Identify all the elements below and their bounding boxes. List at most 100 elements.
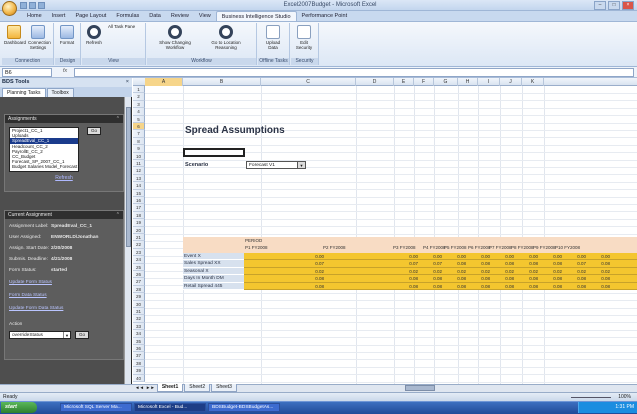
row-header[interactable]: 33 bbox=[133, 322, 145, 331]
sheet-tab-1[interactable]: Sheet1 bbox=[156, 384, 184, 392]
value-cell[interactable]: 0.00 bbox=[500, 253, 514, 260]
value-cell[interactable]: 0.08 bbox=[548, 275, 562, 282]
value-cell[interactable]: 0.08 bbox=[452, 283, 466, 290]
row-label[interactable]: Sales Spread XX bbox=[183, 260, 244, 268]
value-cell[interactable]: 0.00 bbox=[452, 253, 466, 260]
assignment-item[interactable]: Budget Salaries Model_Forecast bbox=[10, 164, 78, 169]
row-header[interactable]: 17 bbox=[133, 204, 145, 212]
value-cell[interactable]: 0.02 bbox=[548, 268, 562, 275]
update-form-data-status-link[interactable]: Update Form Data Status bbox=[9, 306, 63, 311]
row-header[interactable]: 20 bbox=[133, 226, 145, 234]
row-header[interactable]: 29 bbox=[133, 293, 145, 301]
row-header[interactable]: 24 bbox=[133, 256, 145, 264]
taskbar-item-sql[interactable]: Microsoft SQL Server Ma... bbox=[60, 403, 132, 412]
row-header[interactable]: 28 bbox=[133, 285, 145, 294]
format-button[interactable]: Format bbox=[57, 24, 77, 45]
pane-scrollbar[interactable] bbox=[124, 97, 131, 384]
row-header[interactable]: 37 bbox=[133, 352, 145, 360]
ribbon-tab-home[interactable]: Home bbox=[22, 11, 47, 21]
horizontal-scrollbar[interactable] bbox=[0, 384, 637, 392]
value-cell[interactable]: 0.08 bbox=[524, 275, 538, 282]
value-cell[interactable]: 0.08 bbox=[452, 275, 466, 282]
name-box[interactable]: B6 bbox=[2, 68, 52, 77]
value-cell[interactable]: 0.00 bbox=[572, 253, 586, 260]
sheet-tab-3[interactable]: Sheet3 bbox=[211, 384, 237, 392]
row-header[interactable]: 26 bbox=[133, 271, 145, 279]
value-cell[interactable]: 0.02 bbox=[404, 268, 418, 275]
chevron-down-icon[interactable]: ▼ bbox=[63, 332, 70, 338]
row-header[interactable]: 35 bbox=[133, 337, 145, 345]
value-cell[interactable]: 0.08 bbox=[476, 283, 490, 290]
show-changing-workflow-button[interactable]: Show Changing Workflow bbox=[155, 24, 195, 50]
action-go-button[interactable]: Go bbox=[75, 331, 89, 339]
form-data-status-link[interactable]: Form Data Status bbox=[9, 293, 47, 298]
value-cell[interactable]: 0.08 bbox=[596, 275, 610, 282]
value-cell[interactable]: 0.08 bbox=[310, 275, 324, 282]
row-header[interactable]: 4 bbox=[133, 108, 145, 116]
start-button[interactable]: start bbox=[1, 402, 37, 413]
value-cell[interactable]: 0.08 bbox=[476, 275, 490, 282]
row-header[interactable]: 34 bbox=[133, 330, 145, 338]
column-header[interactable]: C bbox=[261, 78, 356, 86]
ribbon-tab-performance-point[interactable]: Performance Point bbox=[297, 11, 353, 21]
value-cell[interactable]: 0.08 bbox=[572, 275, 586, 282]
ribbon-tab-page-layout[interactable]: Page Layout bbox=[70, 11, 111, 21]
scenario-dropdown[interactable]: Forecast V1 ▼ bbox=[246, 161, 306, 169]
pane-close-icon[interactable]: × bbox=[126, 78, 129, 87]
dashboard-button[interactable]: Dashboard bbox=[4, 24, 26, 45]
value-cell[interactable]: 0.07 bbox=[310, 260, 324, 267]
row-header[interactable]: 21 bbox=[133, 234, 145, 242]
row-header[interactable]: 40 bbox=[133, 374, 145, 382]
close-button[interactable]: × bbox=[622, 1, 634, 10]
value-cell[interactable]: 0.00 bbox=[428, 253, 442, 260]
tab-toolbox[interactable]: Toolbox bbox=[46, 88, 74, 97]
value-cell[interactable]: 0.07 bbox=[572, 260, 586, 267]
ribbon-tab-data[interactable]: Data bbox=[144, 11, 166, 21]
value-cell[interactable]: 0.08 bbox=[500, 260, 514, 267]
value-cell[interactable]: 0.02 bbox=[572, 268, 586, 275]
value-cell[interactable]: 0.08 bbox=[524, 260, 538, 267]
row-header[interactable]: 38 bbox=[133, 359, 145, 368]
column-header[interactable]: J bbox=[500, 78, 522, 86]
ribbon-tab-insert[interactable]: Insert bbox=[47, 11, 71, 21]
formula-input[interactable] bbox=[74, 68, 634, 77]
column-header[interactable]: E bbox=[394, 78, 414, 86]
value-cell[interactable]: 0.00 bbox=[596, 253, 610, 260]
tab-planning-tasks[interactable]: Planning Tasks bbox=[2, 88, 46, 97]
value-cell[interactable]: 0.00 bbox=[548, 253, 562, 260]
assignments-go-button[interactable]: Go bbox=[87, 127, 101, 135]
taskbar-item-excel[interactable]: Microsoft Excel - Bud... bbox=[134, 403, 206, 412]
chevron-down-icon[interactable]: ▼ bbox=[297, 162, 305, 168]
taskbar-item-bds[interactable]: BDSBudget-BDSBudgetAs... bbox=[208, 403, 280, 412]
value-cell[interactable]: 0.08 bbox=[596, 260, 610, 267]
pane-scroll-thumb[interactable] bbox=[126, 107, 131, 247]
row-header[interactable]: 19 bbox=[133, 219, 145, 227]
undo-icon[interactable] bbox=[29, 2, 36, 9]
value-cell[interactable]: 0.08 bbox=[428, 283, 442, 290]
update-form-status-link[interactable]: Update Form Status bbox=[9, 280, 52, 285]
row-header[interactable]: 3 bbox=[133, 100, 145, 109]
minimize-button[interactable]: – bbox=[594, 1, 606, 10]
value-cell[interactable]: 0.02 bbox=[428, 268, 442, 275]
sheet-tab-2[interactable]: Sheet2 bbox=[184, 384, 211, 392]
column-header[interactable]: D bbox=[356, 78, 394, 86]
value-cell[interactable]: 0.08 bbox=[404, 283, 418, 290]
row-header[interactable]: 6 bbox=[133, 123, 145, 131]
row-header[interactable]: 31 bbox=[133, 308, 145, 316]
row-header[interactable]: 25 bbox=[133, 263, 145, 271]
row-header[interactable]: 32 bbox=[133, 315, 145, 323]
value-cell[interactable]: 0.00 bbox=[310, 253, 324, 260]
row-header[interactable]: 11 bbox=[133, 160, 145, 168]
row-header[interactable]: 27 bbox=[133, 278, 145, 286]
ribbon-tab-review[interactable]: Review bbox=[166, 11, 194, 21]
row-label[interactable]: Event X bbox=[183, 253, 244, 261]
row-header[interactable]: 23 bbox=[133, 248, 145, 257]
assignments-list[interactable]: Project1_CC_1 Uploads SpreadEval_CC_1 Headc… bbox=[9, 127, 79, 172]
go-to-location-button[interactable]: Go to Location Reasoning bbox=[205, 24, 247, 50]
value-cell[interactable]: 0.08 bbox=[500, 283, 514, 290]
save-icon[interactable] bbox=[20, 2, 27, 9]
active-cell[interactable] bbox=[183, 148, 245, 157]
collapse-icon[interactable]: ⌃ bbox=[116, 211, 120, 219]
assignments-heading[interactable]: Assignments ⌃ bbox=[5, 115, 123, 123]
value-cell[interactable]: 0.02 bbox=[476, 268, 490, 275]
